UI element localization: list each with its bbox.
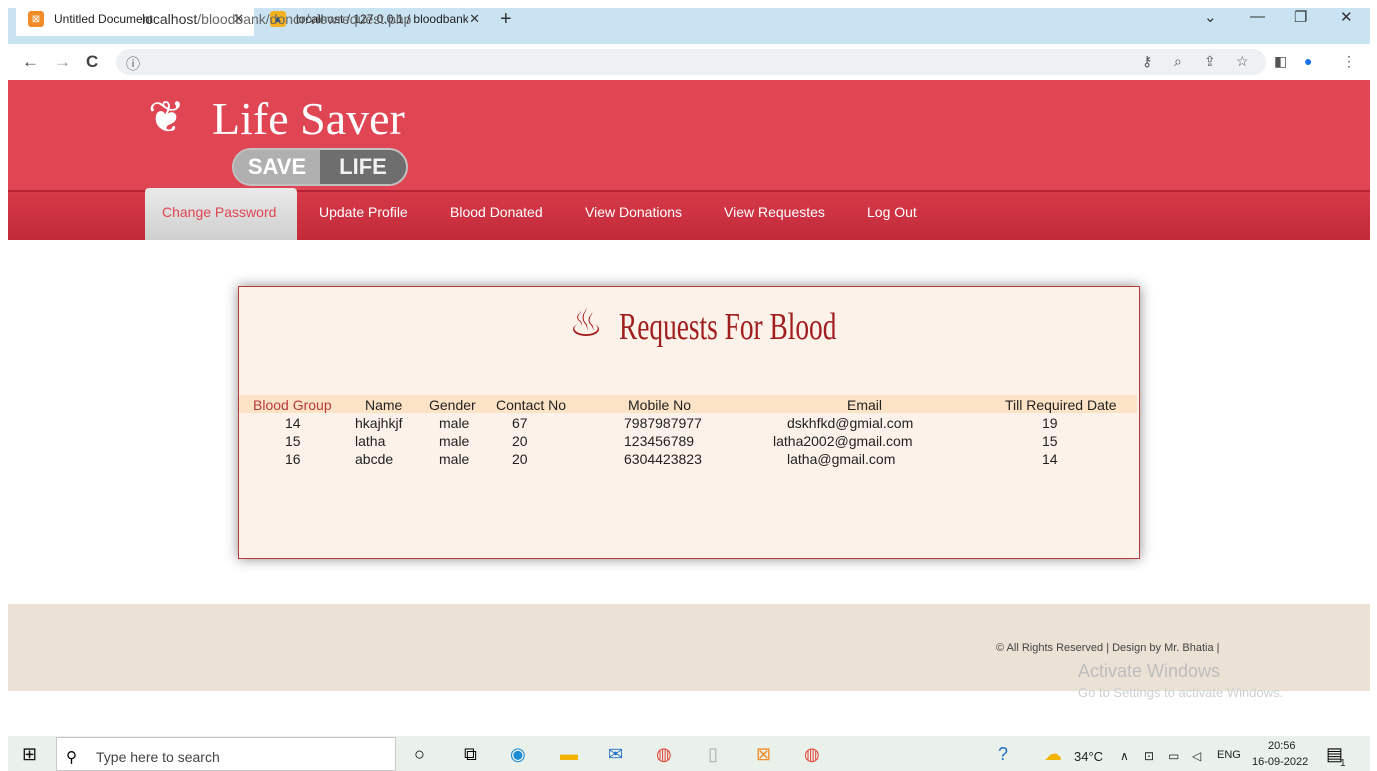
forward-arrow-icon[interactable]: → <box>54 52 71 72</box>
reload-icon[interactable]: C <box>86 52 98 72</box>
xampp-icon[interactable]: ⊠ <box>756 744 771 765</box>
bookmark-star-icon[interactable]: ☆ <box>1236 53 1249 70</box>
menu-kebab-icon[interactable]: ⋮ <box>1342 53 1356 70</box>
cell-name: abcde <box>355 451 394 467</box>
file-explorer-icon[interactable]: ▬ <box>560 744 578 765</box>
clock-date[interactable]: 16-09-2022 <box>1252 756 1308 768</box>
notification-count: 1 <box>1340 758 1346 769</box>
menu-log-out[interactable]: Log Out <box>867 204 917 220</box>
logo-title: Life Saver <box>212 93 405 144</box>
page-title: Requests For Blood <box>619 306 837 348</box>
cell-mobile: 6304423823 <box>624 451 702 467</box>
weather-temp[interactable]: 34°C <box>1074 749 1103 764</box>
info-icon[interactable]: ⓘ <box>126 54 140 74</box>
url-path: /bloodbank/donor/viewrequest.php <box>197 11 412 27</box>
weather-icon[interactable]: ☁ <box>1044 744 1062 765</box>
logo-badge-right: LIFE <box>320 150 406 184</box>
mail-icon[interactable]: ✉ <box>608 744 623 765</box>
cell-gender: male <box>439 433 470 449</box>
menu-update-profile[interactable]: Update Profile <box>319 204 408 220</box>
column-header-blood-group: Blood Group <box>253 397 332 413</box>
menu-change-password[interactable]: Change Password <box>162 204 276 220</box>
share-icon[interactable]: ⇪ <box>1204 53 1216 70</box>
language-indicator[interactable]: ENG <box>1217 749 1241 761</box>
cell-email: latha2002@gmail.com <box>773 433 913 449</box>
xampp-favicon-icon: ⊠ <box>28 11 44 27</box>
task-view-icon[interactable]: ⧉ <box>464 744 477 765</box>
logo-badge: SAVE LIFE <box>232 148 408 186</box>
activate-windows-subtitle: Go to Settings to activate Windows. <box>1078 685 1284 700</box>
window-close-button[interactable]: ✕ <box>1340 8 1353 26</box>
close-icon[interactable]: ✕ <box>469 11 480 27</box>
network-icon[interactable]: ⊡ <box>1144 749 1154 763</box>
cell-mobile: 123456789 <box>624 433 695 449</box>
column-header-mobile: Mobile No <box>628 397 692 413</box>
search-placeholder: Type here to search <box>96 749 220 765</box>
battery-icon[interactable]: ▭ <box>1168 749 1179 763</box>
cell-gender: male <box>439 451 470 467</box>
blood-drop-hand-icon: ♨ <box>569 303 604 345</box>
column-header-gender: Gender <box>429 397 476 413</box>
chrome-icon[interactable]: ◍ <box>656 744 672 765</box>
new-tab-button[interactable]: + <box>500 8 512 31</box>
cell-name: latha <box>355 433 386 449</box>
windows-start-icon[interactable]: ⊞ <box>22 744 37 765</box>
key-icon[interactable]: ⚷ <box>1142 53 1152 70</box>
cortana-icon[interactable]: ○ <box>414 744 425 765</box>
logo-badge-left: SAVE <box>234 150 320 184</box>
cell-till-date: 19 <box>1042 415 1058 431</box>
search-icon: ⚲ <box>66 749 77 766</box>
column-header-name: Name <box>365 397 403 413</box>
cell-blood-group: 14 <box>285 415 301 431</box>
cell-email: latha@gmail.com <box>787 451 896 467</box>
cell-name: hkajhkjf <box>355 415 403 431</box>
copyright-text: © All Rights Reserved | Design by Mr. Bh… <box>996 642 1220 654</box>
help-icon[interactable]: ? <box>998 744 1008 765</box>
cell-mobile: 7987987977 <box>624 415 702 431</box>
activate-windows-title: Activate Windows <box>1078 661 1221 681</box>
cell-till-date: 14 <box>1042 451 1058 467</box>
minimize-button[interactable]: — <box>1250 8 1265 25</box>
side-panel-icon[interactable]: ◧ <box>1274 53 1287 70</box>
cell-contact: 20 <box>512 433 528 449</box>
cell-blood-group: 16 <box>285 451 301 467</box>
tab-search-icon[interactable]: ⌄ <box>1204 8 1217 26</box>
tab-label: Untitled Document <box>54 12 153 26</box>
cell-till-date: 15 <box>1042 433 1058 449</box>
column-header-till-date: Till Required Date <box>1005 397 1117 413</box>
site-header: ❦ Life Saver SAVE LIFE Change Password U… <box>8 80 1370 240</box>
apple-logo-icon: ❦ <box>148 93 185 142</box>
url-host: localhost <box>142 11 198 27</box>
address-bar: ← → C ⓘ ⚷ ⌕ ⇪ ☆ ◧ ● ⋮ <box>8 44 1370 80</box>
menu-view-donations[interactable]: View Donations <box>585 204 682 220</box>
volume-icon[interactable]: ◁ <box>1192 749 1201 763</box>
tray-chevron-icon[interactable]: ∧ <box>1120 749 1129 763</box>
zoom-icon[interactable]: ⌕ <box>1174 53 1182 70</box>
back-arrow-icon[interactable]: ← <box>22 52 39 72</box>
cell-contact: 67 <box>512 415 528 431</box>
profile-avatar-icon[interactable]: ● <box>1304 53 1312 69</box>
menu-view-requests[interactable]: View Requestes <box>724 204 825 220</box>
clock-time[interactable]: 20:56 <box>1268 740 1296 752</box>
edge-icon[interactable]: ◉ <box>510 744 526 765</box>
document-icon[interactable]: ▯ <box>708 744 718 765</box>
column-header-email: Email <box>847 397 883 413</box>
cell-gender: male <box>439 415 470 431</box>
menu-blood-donated[interactable]: Blood Donated <box>450 204 543 220</box>
chrome-profile-icon[interactable]: ◍ <box>804 744 820 765</box>
cell-blood-group: 15 <box>285 433 301 449</box>
url-text[interactable]: localhost/bloodbank/donor/viewrequest.ph… <box>142 11 411 27</box>
requests-panel: ♨ Requests For Blood Blood Group Name Ge… <box>238 286 1140 559</box>
omnibox[interactable] <box>116 49 1266 75</box>
cell-email: dskhfkd@gmial.com <box>787 415 914 431</box>
cell-contact: 20 <box>512 451 528 467</box>
restore-button[interactable]: ❐ <box>1294 8 1307 26</box>
column-header-contact: Contact No <box>496 397 567 413</box>
